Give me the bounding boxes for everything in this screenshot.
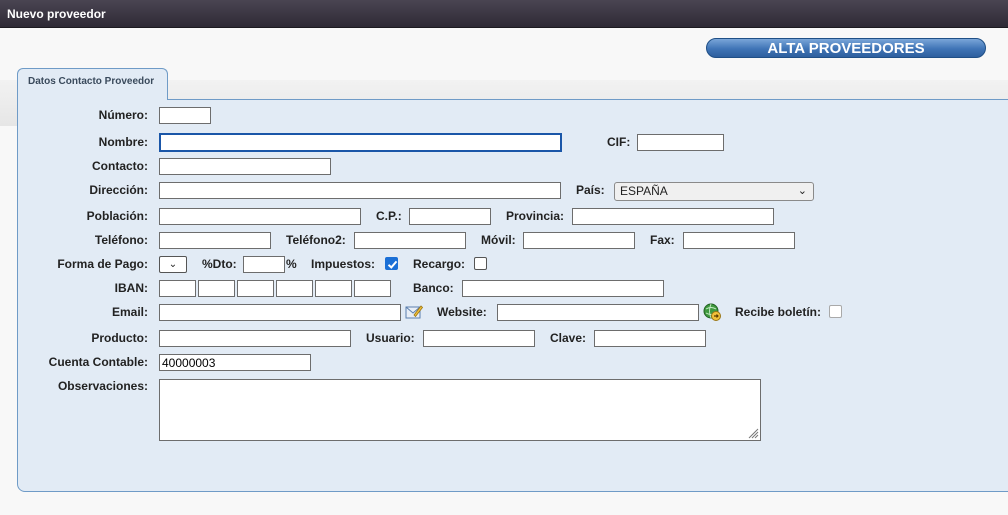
dto-input[interactable]	[243, 256, 285, 273]
alta-proveedores-button[interactable]: ALTA PROVEEDORES	[706, 38, 986, 58]
pais-label: País:	[576, 183, 605, 197]
telefono2-input[interactable]	[354, 232, 466, 249]
cp-input[interactable]	[409, 208, 491, 225]
observaciones-label: Observaciones:	[57, 379, 148, 393]
contacto-label: Contacto:	[92, 159, 148, 173]
email-label: Email:	[111, 305, 148, 319]
telefono2-label: Teléfono2:	[286, 233, 346, 247]
website-input[interactable]	[497, 304, 699, 321]
recibe-boletin-checkbox[interactable]	[829, 305, 842, 318]
iban-part-1[interactable]	[159, 280, 196, 297]
tab-label: Datos Contacto Proveedor	[28, 76, 155, 87]
telefono-input[interactable]	[159, 232, 271, 249]
website-label: Website:	[437, 305, 487, 319]
pais-select[interactable]: ESPAÑA ⌄	[614, 182, 814, 201]
observaciones-textarea[interactable]	[159, 379, 761, 441]
poblacion-label: Población:	[86, 209, 148, 223]
clave-label: Clave:	[550, 331, 587, 345]
fax-label: Fax:	[650, 233, 675, 247]
telefono-label: Teléfono:	[94, 233, 148, 247]
iban-part-4[interactable]	[276, 280, 313, 297]
provincia-input[interactable]	[572, 208, 774, 225]
recargo-label: Recargo:	[413, 257, 466, 271]
direccion-input[interactable]	[159, 182, 561, 199]
clave-input[interactable]	[594, 330, 706, 347]
iban-part-5[interactable]	[315, 280, 352, 297]
cuenta-contable-input[interactable]	[159, 354, 311, 371]
recibe-boletin-label: Recibe boletín:	[735, 305, 822, 319]
edit-email-icon[interactable]	[405, 303, 423, 320]
iban-part-3[interactable]	[237, 280, 274, 297]
email-input[interactable]	[159, 304, 401, 321]
iban-label: IBAN:	[114, 281, 148, 295]
cif-label: CIF:	[607, 135, 631, 149]
forma-pago-select[interactable]: ⌄	[159, 256, 187, 273]
nombre-label: Nombre:	[98, 135, 148, 149]
fax-input[interactable]	[683, 232, 795, 249]
dto-label: %Dto:	[202, 257, 237, 271]
usuario-label: Usuario:	[366, 331, 415, 345]
producto-label: Producto:	[91, 331, 148, 345]
impuestos-label: Impuestos:	[311, 257, 376, 271]
direccion-label: Dirección:	[89, 183, 148, 197]
open-website-globe-icon[interactable]	[703, 303, 721, 321]
percent-label: %	[286, 257, 297, 271]
numero-label: Número:	[98, 108, 148, 122]
chevron-down-icon: ⌄	[797, 185, 807, 197]
window-title: Nuevo proveedor	[7, 7, 106, 21]
resize-handle-icon[interactable]	[747, 427, 759, 439]
cif-input[interactable]	[637, 134, 724, 151]
recargo-checkbox[interactable]	[474, 257, 487, 270]
chevron-down-icon: ⌄	[168, 259, 178, 270]
check-icon	[387, 260, 398, 269]
poblacion-input[interactable]	[159, 208, 361, 225]
tab-datos-contacto[interactable]: Datos Contacto Proveedor	[17, 68, 168, 100]
movil-label: Móvil:	[481, 233, 516, 247]
banco-label: Banco:	[413, 281, 454, 295]
usuario-input[interactable]	[423, 330, 535, 347]
nombre-input[interactable]	[159, 133, 562, 152]
cp-label: C.P.:	[376, 209, 402, 223]
contacto-input[interactable]	[159, 158, 331, 175]
numero-input[interactable]	[159, 107, 211, 124]
window-titlebar: Nuevo proveedor	[0, 0, 1008, 28]
iban-part-2[interactable]	[198, 280, 235, 297]
cuenta-contable-label: Cuenta Contable:	[48, 355, 148, 369]
provincia-label: Provincia:	[506, 209, 565, 223]
movil-input[interactable]	[523, 232, 635, 249]
forma-pago-label: Forma de Pago:	[57, 257, 148, 271]
banco-input[interactable]	[462, 280, 664, 297]
iban-part-6[interactable]	[354, 280, 391, 297]
impuestos-checkbox[interactable]	[385, 257, 398, 270]
producto-input[interactable]	[159, 330, 351, 347]
pais-value: ESPAÑA	[620, 184, 668, 198]
